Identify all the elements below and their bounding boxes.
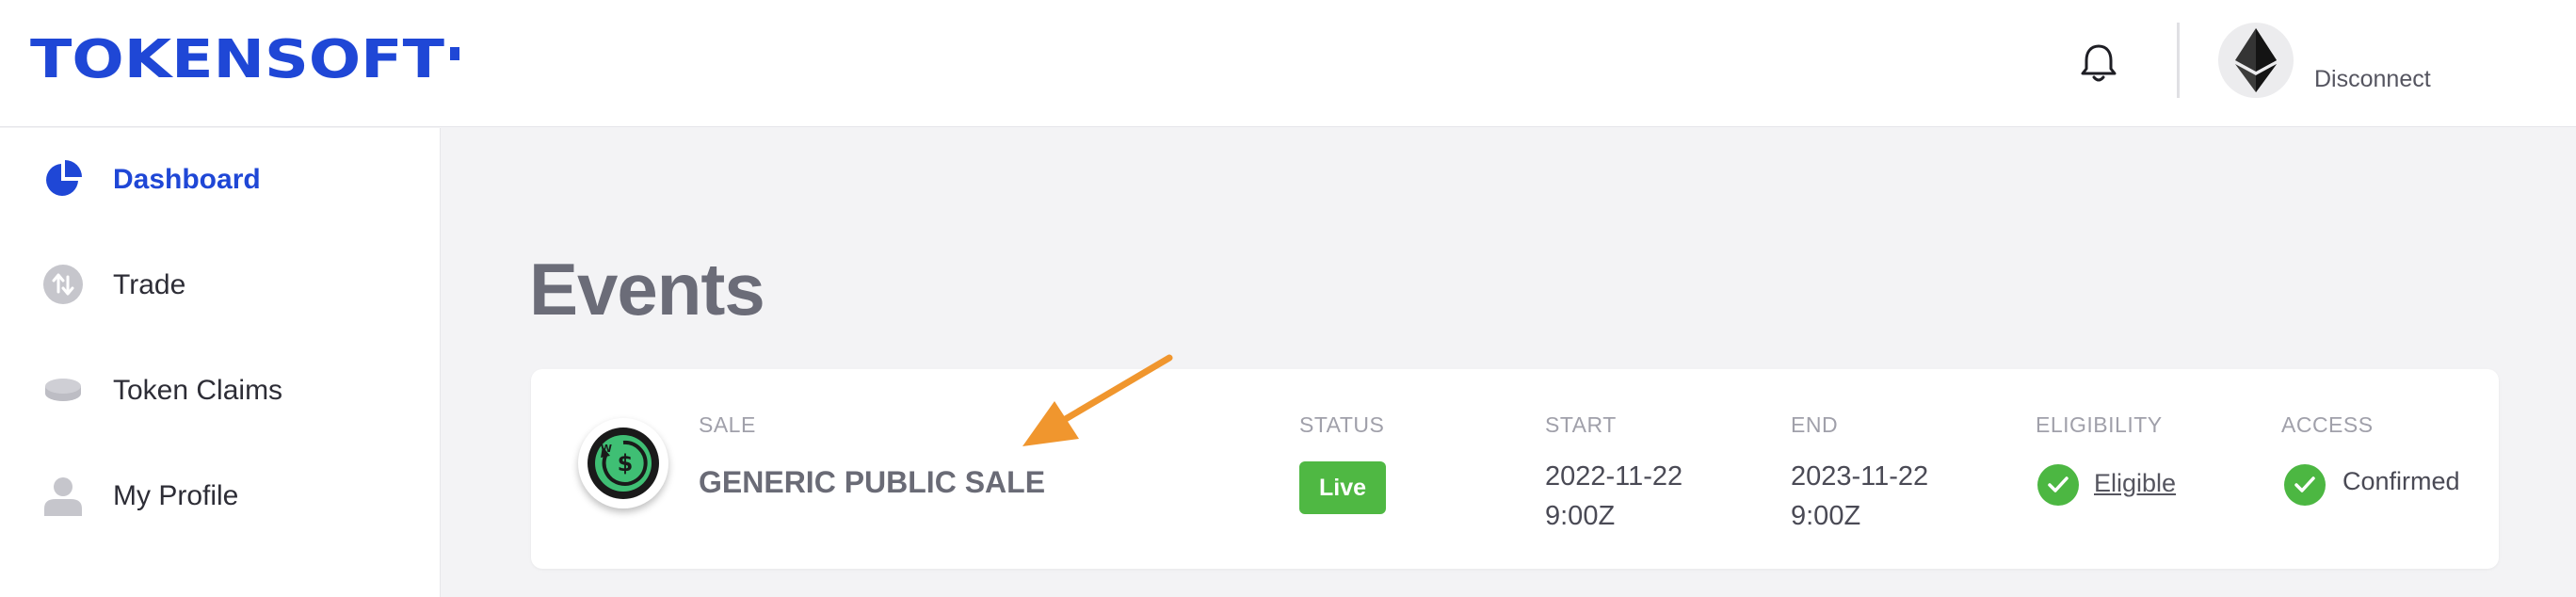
- header-status: STATUS: [1299, 412, 1385, 437]
- sidebar-item-label: Token Claims: [113, 375, 283, 406]
- sidebar-item-label: Trade: [113, 269, 186, 300]
- notification-bell-icon[interactable]: [2075, 40, 2122, 87]
- ethereum-icon: [2235, 28, 2277, 92]
- eligibility-link[interactable]: Eligible: [2094, 469, 2176, 498]
- event-card[interactable]: $ W SALE STATUS START END ELIGIBILITY AC…: [531, 369, 2499, 569]
- coin-stack-icon: [45, 379, 81, 401]
- sidebar-item-label: My Profile: [113, 480, 239, 511]
- page-title: Events: [529, 248, 765, 331]
- start-date: 2022-11-22: [1545, 461, 1683, 492]
- pie-chart-icon: [46, 160, 82, 196]
- top-header: TOKENSOFT Disconnect: [0, 0, 2576, 127]
- end-date: 2023-11-22: [1791, 461, 1929, 492]
- sidebar-item-my-profile[interactable]: My Profile: [0, 458, 441, 533]
- end-time: 9:00Z: [1791, 501, 1861, 531]
- sidebar-item-token-claims[interactable]: Token Claims: [0, 352, 441, 428]
- sidebar-item-label: Dashboard: [113, 164, 261, 195]
- header-access: ACCESS: [2281, 412, 2374, 437]
- svg-text:$: $: [618, 450, 634, 476]
- status-badge: Live: [1299, 461, 1386, 514]
- eligible-check-icon: [2037, 464, 2079, 506]
- header-eligibility: ELIGIBILITY: [2036, 412, 2163, 437]
- sale-name[interactable]: GENERIC PUBLIC SALE: [699, 465, 1045, 500]
- header-sale: SALE: [699, 412, 756, 437]
- sidebar-item-dashboard[interactable]: Dashboard: [0, 141, 441, 217]
- trade-arrows-icon: [43, 265, 83, 304]
- start-time: 9:00Z: [1545, 501, 1616, 531]
- header-divider: [2177, 23, 2180, 98]
- access-check-icon: [2284, 464, 2326, 506]
- header-end: END: [1791, 412, 1839, 437]
- token-coin-icon: $ W: [588, 428, 659, 499]
- sidebar: Dashboard Trade Token Claims My Profile: [0, 128, 441, 597]
- header-start: START: [1545, 412, 1617, 437]
- logo-text: TOKENSOFT: [30, 34, 444, 83]
- svg-text:W: W: [601, 443, 612, 455]
- disconnect-button[interactable]: Disconnect: [2314, 66, 2431, 93]
- sidebar-item-trade[interactable]: Trade: [0, 247, 441, 322]
- user-icon: [44, 477, 82, 516]
- tokensoft-logo[interactable]: TOKENSOFT: [30, 34, 463, 83]
- token-logo: $ W: [578, 418, 668, 508]
- access-status: Confirmed: [2343, 467, 2460, 495]
- wallet-avatar[interactable]: [2218, 23, 2294, 98]
- annotation-arrow-icon: [1022, 354, 1173, 446]
